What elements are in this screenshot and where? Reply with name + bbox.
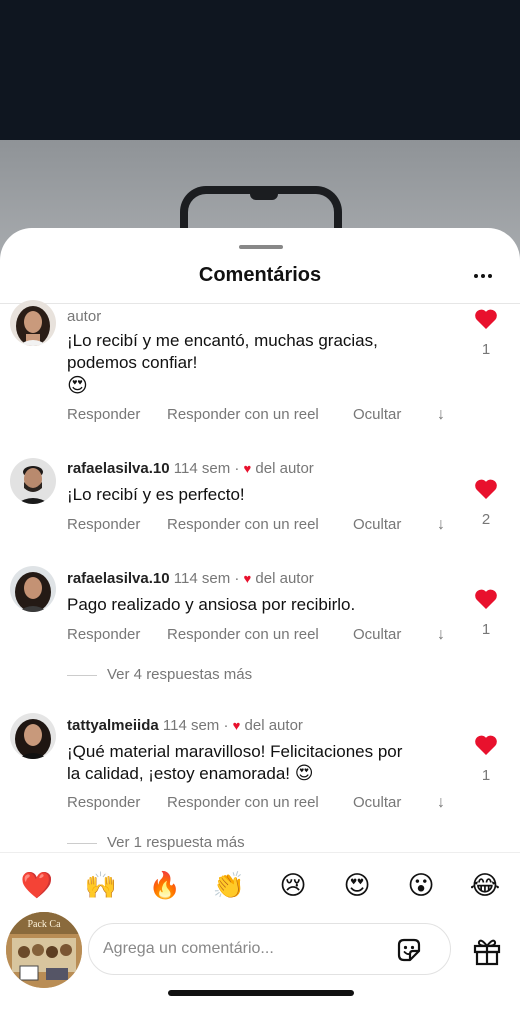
sheet-title: Comentários [198,264,322,286]
timestamp: 114 sem [173,570,231,587]
reply-with-reel-button[interactable]: Responder con un reel [167,794,319,811]
heart-icon[interactable] [474,308,498,330]
comment-actions: Responder Responder con un reel Ocultar … [67,406,467,426]
current-user-avatar[interactable]: Pack Ca [6,912,82,988]
heart-icon: ♥ [243,571,252,586]
comment-composer: Pack Ca [0,912,520,1015]
username[interactable]: tattyalmeiida [67,717,159,734]
arrow-down-icon[interactable]: ↓ [437,516,445,534]
timestamp: 114 sem [173,460,231,477]
comment-actions: Responder Responder con un reel Ocultar … [67,516,467,536]
heart-icon: ♥ [243,461,252,476]
username[interactable]: rafaelasilva.10 [67,570,170,587]
avatar[interactable] [10,566,56,612]
comment-text: ¡Lo recibí y me encantó, muchas gracias,… [67,331,378,397]
timestamp: 114 sem [162,717,220,734]
hide-button[interactable]: Ocultar [353,626,401,643]
heart-icon[interactable] [474,588,498,610]
heart-icon[interactable] [474,734,498,756]
hide-button[interactable]: Ocultar [353,794,401,811]
raising-hands-emoji-icon[interactable]: 🙌 [84,869,118,903]
comment-header: rafaelasilva.10 114 sem · ♥ del autor [67,570,314,587]
heart-icon: ♥ [232,718,241,733]
comments-sheet: Comentários autor ¡Lo recibí y me encant… [0,228,520,1015]
comment-header: tattyalmeiida 114 sem · ♥ del autor [67,717,303,734]
arrow-down-icon[interactable]: ↓ [437,626,445,644]
hide-button[interactable]: Ocultar [353,406,401,423]
home-indicator [168,990,354,996]
sticker-icon[interactable] [395,936,423,964]
surprised-face-emoji-icon[interactable]: 😮 [404,869,438,903]
laughing-face-emoji-icon[interactable]: 😂 [468,869,502,903]
fire-emoji-icon[interactable]: 🔥 [148,869,182,903]
comment-text: ¡Lo recibí y es perfecto! [67,485,245,504]
reply-with-reel-button[interactable]: Responder con un reel [167,516,319,533]
clapping-hands-emoji-icon[interactable]: 👏 [212,869,246,903]
hide-button[interactable]: Ocultar [353,516,401,533]
gift-icon[interactable] [472,936,502,966]
like-count: 2 [481,511,491,528]
reply-with-reel-button[interactable]: Responder con un reel [167,626,319,643]
heart-eyes-emoji-icon[interactable]: 😍 [340,869,374,903]
comment-actions: Responder Responder con un reel Ocultar … [67,794,467,814]
heart-icon[interactable] [474,478,498,500]
author-like-badge: del autor [255,570,314,587]
reply-with-reel-button[interactable]: Responder con un reel [167,406,319,423]
comment-author-label: autor [67,308,102,325]
reply-button[interactable]: Responder [67,626,140,643]
author-like-badge: del autor [255,460,314,477]
video-backdrop-dark [0,0,520,140]
divider [0,303,520,304]
comment-input-container[interactable] [88,923,451,975]
comment-header: rafaelasilva.10 114 sem · ♥ del autor [67,460,314,477]
comment-input[interactable] [103,932,383,966]
view-more-replies-button[interactable]: Ver 4 respuestas más [67,666,252,683]
username[interactable]: rafaelasilva.10 [67,460,170,477]
red-heart-emoji-icon[interactable]: ❤️ [20,869,54,903]
reply-button[interactable]: Responder [67,516,140,533]
crying-face-emoji-icon[interactable]: 😢 [276,869,310,903]
comment-text: ¡Qué material maravilloso! Felicitacione… [67,742,403,784]
reply-button[interactable]: Responder [67,406,140,423]
avatar[interactable] [10,458,56,504]
like-count: 1 [481,767,491,784]
avatar[interactable] [10,300,56,346]
comment-text: Pago realizado y ansiosa por recibirlo. [67,595,356,614]
arrow-down-icon[interactable]: ↓ [437,406,445,424]
sheet-grabber[interactable] [239,245,283,249]
comment-actions: Responder Responder con un reel Ocultar … [67,626,467,646]
reply-button[interactable]: Responder [67,794,140,811]
arrow-down-icon[interactable]: ↓ [437,794,445,812]
author-like-badge: del autor [244,717,303,734]
avatar[interactable] [10,713,56,759]
like-count: 1 [481,341,491,358]
like-count: 1 [481,621,491,638]
view-more-replies-button[interactable]: Ver 1 respuesta más [67,834,245,851]
quick-reactions-bar: ❤️ 🙌 🔥 👏 😢 😍 😮 😂 [0,852,520,922]
svg-text:Pack Ca: Pack Ca [27,919,61,930]
more-options-icon[interactable] [468,264,498,288]
